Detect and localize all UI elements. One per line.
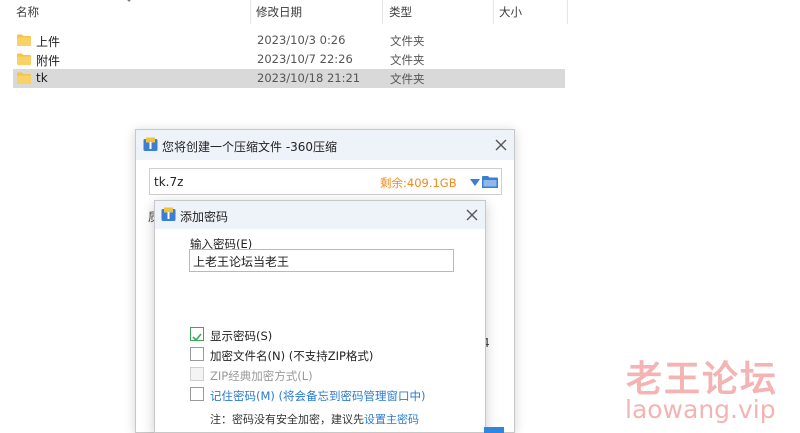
- security-note-text: 注：密码没有安全加密，建议先: [210, 413, 364, 426]
- 360-archive-icon: [143, 137, 158, 151]
- column-divider[interactable]: [382, 0, 383, 24]
- file-type: 文件夹: [390, 34, 425, 48]
- column-header-size[interactable]: 大小: [495, 0, 567, 24]
- close-icon[interactable]: [494, 138, 508, 152]
- file-row-selected[interactable]: tk 2023/10/18 21:21 文件夹: [13, 69, 565, 88]
- file-name: 上件: [36, 35, 61, 49]
- folder-icon: [17, 34, 31, 46]
- watermark-url: laowang.vip: [625, 395, 776, 424]
- file-name: tk: [36, 71, 48, 85]
- archive-filename: tk.7z: [154, 175, 184, 189]
- folder-icon: [17, 72, 31, 84]
- column-header-modified-label: 修改日期: [256, 5, 302, 19]
- close-icon[interactable]: [465, 208, 479, 222]
- column-divider[interactable]: [250, 0, 251, 24]
- column-header-name[interactable]: 名称: [12, 0, 250, 24]
- folder-open-icon[interactable]: [482, 175, 498, 189]
- check-icon: [192, 333, 202, 342]
- file-date: 2023/10/18 21:21: [257, 71, 361, 85]
- show-password-checkbox[interactable]: [190, 327, 204, 342]
- ok-button-edge[interactable]: [484, 427, 504, 433]
- file-name: 附件: [36, 54, 61, 68]
- column-divider[interactable]: [567, 0, 568, 24]
- add-password-title: 添加密码: [180, 210, 229, 224]
- column-header-type-label: 类型: [389, 5, 412, 19]
- encrypt-filenames-checkbox[interactable]: [190, 347, 204, 361]
- remember-password-label[interactable]: 记住密码(M) (将会备忘到密码管理窗口中): [210, 388, 426, 404]
- 360-archive-icon: [161, 207, 176, 221]
- compress-dialog-title: 您将创建一个压缩文件 -360压缩: [162, 140, 338, 154]
- password-input[interactable]: 上老王论坛当老王: [189, 249, 454, 272]
- add-password-titlebar[interactable]: 添加密码: [155, 201, 485, 229]
- encrypt-filenames-label[interactable]: 加密文件名(N) (不支持ZIP格式): [210, 348, 373, 364]
- zip-classic-encryption-label: ZIP经典加密方式(L): [210, 369, 313, 383]
- file-row[interactable]: 上件 2023/10/3 0:26 文件夹: [13, 31, 565, 50]
- file-type: 文件夹: [390, 72, 425, 86]
- column-header-type[interactable]: 类型: [385, 0, 493, 24]
- show-password-label[interactable]: 显示密码(S): [210, 328, 272, 344]
- column-header-size-label: 大小: [499, 5, 522, 19]
- chevron-down-icon[interactable]: [470, 179, 480, 186]
- add-password-dialog: 添加密码 输入密码(E) 上老王论坛当老王 显示密码(S) 加密文件名(N) (…: [154, 200, 486, 433]
- archive-path-field[interactable]: tk.7z 剩余:409.1GB: [149, 168, 502, 195]
- zip-classic-encryption-checkbox: [190, 367, 204, 381]
- file-date: 2023/10/3 0:26: [257, 33, 346, 47]
- folder-icon: [17, 53, 31, 65]
- compress-dialog-titlebar[interactable]: 您将创建一个压缩文件 -360压缩: [136, 130, 514, 160]
- file-type: 文件夹: [390, 53, 425, 67]
- file-date: 2023/10/7 22:26: [257, 52, 353, 66]
- file-row[interactable]: 附件 2023/10/7 22:26 文件夹: [13, 50, 565, 69]
- column-header-name-label: 名称: [16, 5, 39, 19]
- remember-password-checkbox[interactable]: [190, 387, 204, 401]
- column-header-modified[interactable]: 修改日期: [252, 0, 382, 24]
- column-divider[interactable]: [493, 0, 494, 24]
- security-note: 注：密码没有安全加密，建议先设置主密码: [210, 411, 419, 427]
- set-master-password-link[interactable]: 设置主密码: [364, 413, 419, 426]
- free-space-label: 剩余:409.1GB: [380, 176, 457, 190]
